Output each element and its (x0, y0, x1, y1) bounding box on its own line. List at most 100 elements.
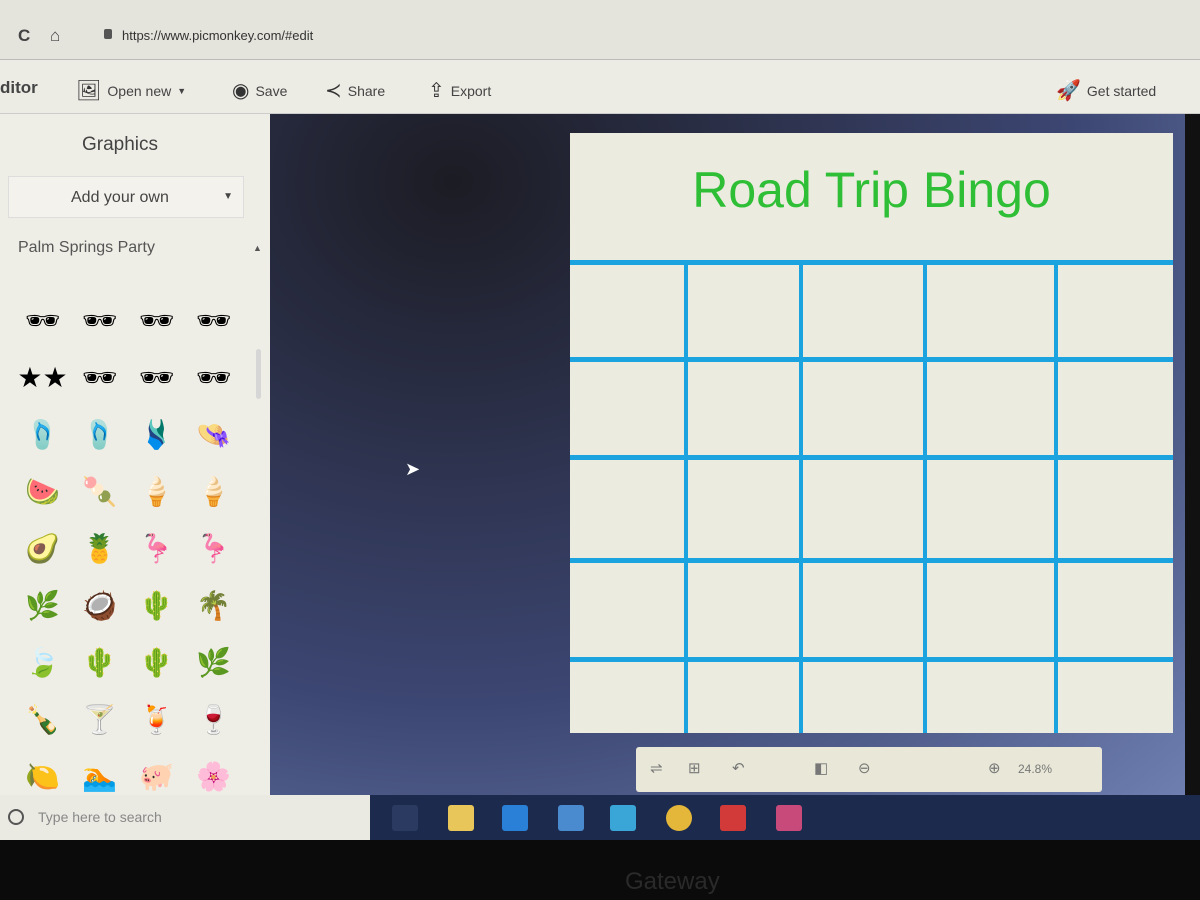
open-new-label: Open new (107, 82, 172, 99)
graphic-item[interactable]: 🕶 (185, 292, 242, 349)
save-icon: ◉ (232, 80, 250, 102)
save-button[interactable]: ◉ Save (232, 78, 287, 103)
graphic-item[interactable]: 🍍 (71, 520, 128, 577)
share-label: Share (347, 82, 386, 99)
graphic-item[interactable]: 🌿 (14, 577, 71, 634)
home-icon[interactable]: ⌂ (50, 26, 60, 46)
brand-logo: Gateway (625, 868, 720, 895)
share-icon: ≺ (325, 80, 342, 102)
grid-line-horizontal (570, 260, 1173, 265)
app-icon[interactable] (610, 805, 636, 831)
graphic-item[interactable]: 🕶 (128, 349, 185, 406)
zoom-in-icon[interactable]: ⊕ (988, 759, 1001, 777)
editor-toolbar: ditor 🖼 Open new ▼ ◉ Save ≺ Share ⇪ Export 🚀 G… (0, 60, 1200, 114)
url-field[interactable]: https://www.picmonkey.com/#edit (122, 28, 313, 43)
edge-icon[interactable] (502, 805, 528, 831)
graphic-item[interactable]: 🦩 (185, 520, 242, 577)
open-new-button[interactable]: 🖼 Open new ▼ (76, 78, 186, 103)
share-button[interactable]: ≺ Share (325, 78, 385, 103)
grid-line-horizontal (570, 357, 1173, 362)
graphic-item[interactable]: 🦩 (128, 520, 185, 577)
chevron-down-icon: ▼ (177, 85, 187, 96)
search-circle-icon (8, 809, 24, 825)
task-view-icon[interactable] (392, 805, 418, 831)
file-explorer-icon[interactable] (448, 805, 474, 831)
get-started-button[interactable]: 🚀 Get started (1056, 78, 1156, 103)
rocket-icon: 🚀 (1056, 80, 1081, 102)
image-add-icon: 🖼 (76, 80, 102, 102)
grid-line-vertical (1054, 260, 1058, 733)
editor-canvas: Road Trip Bingo ➤ ⇌ ⊞ ↶ ◧ ⊖ ⊕ 24.8% (270, 114, 1185, 795)
grid-icon[interactable]: ⊞ (688, 759, 701, 777)
search-placeholder: Type here to search (38, 809, 162, 825)
grid-line-horizontal (570, 657, 1173, 662)
graphic-item[interactable]: 🌵 (71, 634, 128, 691)
graphic-item[interactable]: 🕶 (71, 349, 128, 406)
export-icon: ⇪ (428, 80, 445, 102)
graphic-item[interactable]: 🌴 (185, 577, 242, 634)
save-label: Save (255, 82, 288, 99)
graphic-item[interactable]: 🩱 (128, 406, 185, 463)
graphic-item[interactable]: 🍹 (128, 691, 185, 748)
panel-title: Graphics (82, 134, 159, 155)
mouse-cursor-icon: ➤ (405, 459, 421, 479)
bingo-card[interactable]: Road Trip Bingo (570, 133, 1173, 733)
graphic-item[interactable]: 🍉 (14, 463, 71, 520)
graphics-panel: Graphics Add your own ▼ Palm Springs Part… (0, 114, 270, 795)
graphic-item[interactable]: 🌿 (185, 634, 242, 691)
taskbar-search[interactable]: Type here to search (0, 795, 370, 840)
export-button[interactable]: ⇪ Export (428, 78, 491, 103)
graphic-item[interactable]: 🥑 (14, 520, 71, 577)
zoom-out-icon[interactable]: ⊖ (858, 759, 871, 777)
panel-scrollbar[interactable] (256, 349, 261, 399)
graphic-item[interactable]: 🥥 (71, 577, 128, 634)
grid-line-horizontal (570, 558, 1173, 563)
windows-taskbar: Type here to search (0, 795, 1200, 840)
pack-label: Palm Springs Party (18, 239, 155, 256)
graphic-item[interactable]: 🍦 (128, 463, 185, 520)
grid-line-horizontal (570, 455, 1173, 460)
grid-line-vertical (799, 260, 803, 733)
graphic-item[interactable]: 🍡 (71, 463, 128, 520)
graphic-item[interactable]: 🕶 (185, 349, 242, 406)
caret-down-icon: ▼ (223, 191, 233, 202)
design-title[interactable]: Road Trip Bingo (570, 161, 1173, 219)
graphic-item[interactable]: ★★ (14, 349, 71, 406)
browser-address-bar: C ⌂ https://www.picmonkey.com/#edit (0, 0, 1200, 60)
caret-up-icon: ▲ (253, 243, 262, 253)
compare-icon[interactable]: ◧ (814, 759, 828, 777)
canvas-controls-bar: ⇌ ⊞ ↶ ◧ ⊖ ⊕ 24.8% (636, 747, 1102, 792)
power-app-icon[interactable] (720, 805, 746, 831)
zoom-level: 24.8% (1018, 762, 1053, 776)
graphic-item[interactable]: 🕶 (128, 292, 185, 349)
graphics-grid: 🕶 🕶 🕶 🕶 ★★ 🕶 🕶 🕶 🩴 🩴 🩱 👒 🍉 🍡 🍦 🍦 🥑 🍍 🦩 🦩 🌿 🥥 🌵 🌴 🍃 🌵 🌵 🌿 🍾 🍸 🍹 🍷 🍋 🏊 🐖 🌸 (14, 292, 244, 805)
graphic-item[interactable]: 🕶 (71, 292, 128, 349)
graphic-item[interactable]: 🌵 (128, 634, 185, 691)
graphic-item[interactable]: 🕶 (14, 292, 71, 349)
chrome-icon[interactable] (666, 805, 692, 831)
reload-icon[interactable]: C (18, 26, 30, 46)
graphic-item[interactable]: 🌵 (128, 577, 185, 634)
graphic-item[interactable]: 🩴 (14, 406, 71, 463)
grid-line-vertical (684, 260, 688, 733)
graphic-item[interactable]: 👒 (185, 406, 242, 463)
graphic-item[interactable]: 🍦 (185, 463, 242, 520)
graphic-item[interactable]: 🍸 (71, 691, 128, 748)
tiles-app-icon[interactable] (776, 805, 802, 831)
app-name: ditor (0, 78, 38, 97)
graphics-pack-header[interactable]: Palm Springs Party ▲ (18, 239, 262, 257)
export-label: Export (450, 82, 492, 99)
add-your-own-dropdown[interactable]: Add your own ▼ (8, 176, 244, 218)
undo-icon[interactable]: ↶ (732, 759, 745, 777)
add-own-label: Add your own (71, 189, 169, 206)
store-icon[interactable] (558, 805, 584, 831)
layers-icon[interactable]: ⇌ (650, 759, 663, 777)
graphic-item[interactable]: 🍷 (185, 691, 242, 748)
get-started-label: Get started (1086, 82, 1157, 99)
monitor-bezel: Gateway (0, 840, 1200, 900)
graphic-item[interactable]: 🍃 (14, 634, 71, 691)
grid-line-vertical (923, 260, 927, 733)
graphic-item[interactable]: 🍾 (14, 691, 71, 748)
lock-icon (104, 29, 112, 39)
graphic-item[interactable]: 🩴 (71, 406, 128, 463)
